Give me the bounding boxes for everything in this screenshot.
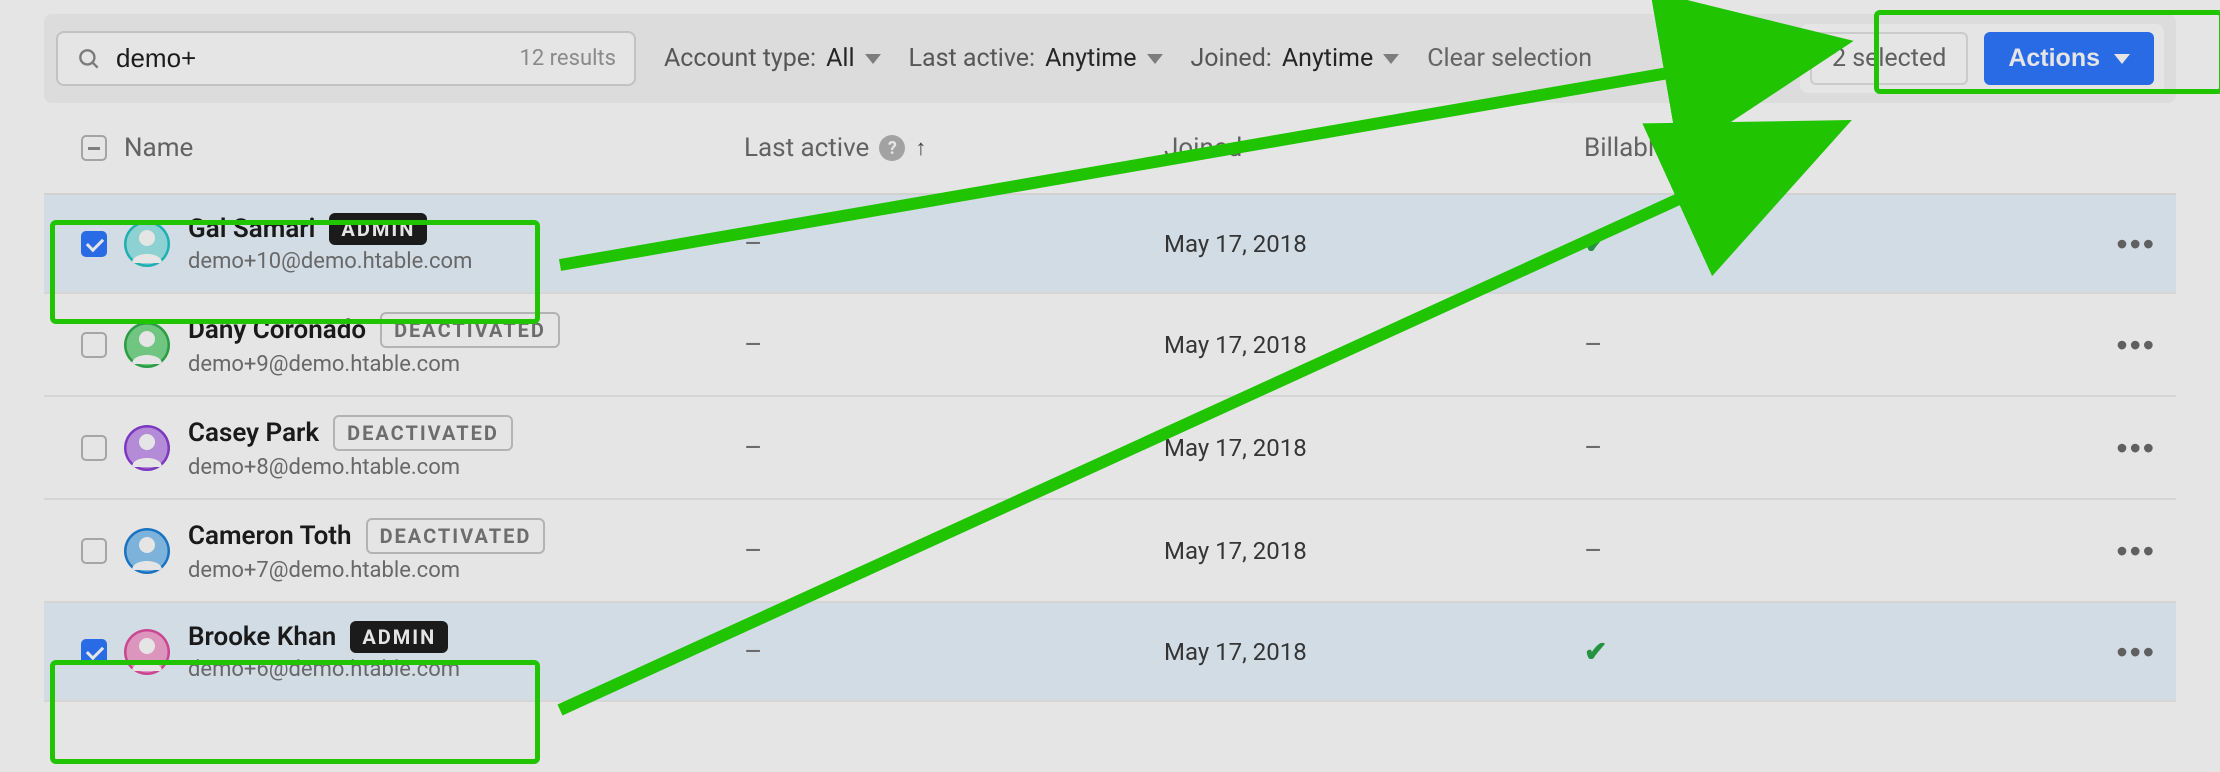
avatar <box>124 322 170 368</box>
user-email: demo+8@demo.htable.com <box>188 455 513 480</box>
filter-value: All <box>826 44 854 73</box>
user-email: demo+6@demo.htable.com <box>188 657 460 682</box>
avatar <box>124 221 170 267</box>
column-header-last-active[interactable]: Last active ? ↑ <box>744 133 1164 163</box>
column-header-name[interactable]: Name <box>124 133 744 163</box>
avatar <box>124 528 170 574</box>
admin-badge: ADMIN <box>329 213 427 245</box>
chevron-down-icon <box>1383 54 1399 64</box>
table-row[interactable]: Casey Park DEACTIVATED demo+8@demo.htabl… <box>44 397 2176 500</box>
last-active-value: – <box>744 635 762 668</box>
deactivated-badge: DEACTIVATED <box>366 518 546 554</box>
toolbar: 12 results Account type: All Last active… <box>44 14 2176 103</box>
check-icon: ✔ <box>1584 227 1607 260</box>
row-more-button[interactable]: ••• <box>2116 329 2156 361</box>
user-email: demo+9@demo.htable.com <box>188 352 560 377</box>
filter-last-active[interactable]: Last active: Anytime <box>909 44 1163 73</box>
help-icon[interactable]: ? <box>879 135 905 161</box>
last-active-value: – <box>744 534 762 567</box>
table-header: Name Last active ? ↑ Joined Billable? ? <box>44 103 2176 195</box>
user-name: Cameron Toth <box>188 521 352 551</box>
row-more-button[interactable]: ••• <box>2116 228 2156 260</box>
joined-value: May 17, 2018 <box>1164 638 1307 666</box>
table-body: Gal Samari ADMIN demo+10@demo.htable.com… <box>44 195 2176 702</box>
user-email: demo+10@demo.htable.com <box>188 249 472 274</box>
deactivated-badge: DEACTIVATED <box>333 415 513 451</box>
billable-value: – <box>1584 534 1602 567</box>
row-checkbox[interactable] <box>81 332 107 358</box>
table-row[interactable]: Cameron Toth DEACTIVATED demo+7@demo.hta… <box>44 500 2176 603</box>
column-header-label: Last active <box>744 133 869 163</box>
row-more-button[interactable]: ••• <box>2116 636 2156 668</box>
chevron-down-icon <box>1147 54 1163 64</box>
joined-value: May 17, 2018 <box>1164 537 1307 565</box>
joined-value: May 17, 2018 <box>1164 331 1307 359</box>
chevron-down-icon <box>2114 54 2130 64</box>
sort-ascending-icon: ↑ <box>915 135 926 161</box>
user-name: Gal Samari <box>188 214 315 244</box>
user-name: Casey Park <box>188 418 319 448</box>
search-box[interactable]: 12 results <box>56 31 636 86</box>
admin-badge: ADMIN <box>350 621 448 653</box>
search-icon <box>76 46 102 72</box>
table-row[interactable]: Dany Coronado DEACTIVATED demo+9@demo.ht… <box>44 294 2176 397</box>
table-row[interactable]: Gal Samari ADMIN demo+10@demo.htable.com… <box>44 195 2176 294</box>
billable-value: – <box>1584 431 1602 464</box>
row-checkbox[interactable] <box>81 231 107 257</box>
search-results-count: 12 results <box>520 46 617 71</box>
billable-value: – <box>1584 328 1602 361</box>
selection-actions: 2 selected Actions <box>1800 24 2164 93</box>
filter-label: Account type: <box>664 44 816 73</box>
search-input[interactable] <box>116 43 520 74</box>
avatar <box>124 629 170 675</box>
filter-account-type[interactable]: Account type: All <box>664 44 881 73</box>
help-icon[interactable]: ? <box>1690 135 1716 161</box>
row-more-button[interactable]: ••• <box>2116 535 2156 567</box>
joined-value: May 17, 2018 <box>1164 230 1307 258</box>
joined-value: May 17, 2018 <box>1164 434 1307 462</box>
table-row[interactable]: Brooke Khan ADMIN demo+6@demo.htable.com… <box>44 603 2176 702</box>
last-active-value: – <box>744 328 762 361</box>
actions-button-label: Actions <box>2008 44 2100 73</box>
select-all-checkbox[interactable] <box>81 135 107 161</box>
filter-label: Last active: <box>909 44 1036 73</box>
column-header-joined[interactable]: Joined <box>1164 133 1584 163</box>
selected-count: 2 selected <box>1810 32 1968 85</box>
actions-button[interactable]: Actions <box>1984 32 2154 85</box>
last-active-value: – <box>744 227 762 260</box>
avatar <box>124 425 170 471</box>
filter-value: Anytime <box>1282 44 1373 73</box>
user-name: Dany Coronado <box>188 315 366 345</box>
row-checkbox[interactable] <box>81 538 107 564</box>
user-name: Brooke Khan <box>188 622 336 652</box>
deactivated-badge: DEACTIVATED <box>380 312 560 348</box>
check-icon: ✔ <box>1584 635 1607 668</box>
last-active-value: – <box>744 431 762 464</box>
user-email: demo+7@demo.htable.com <box>188 558 545 583</box>
filter-joined[interactable]: Joined: Anytime <box>1191 44 1400 73</box>
column-header-billable[interactable]: Billable? ? <box>1584 133 2076 163</box>
chevron-down-icon <box>865 54 881 64</box>
clear-selection-button[interactable]: Clear selection <box>1427 44 1592 73</box>
column-header-label: Billable? <box>1584 133 1680 163</box>
row-more-button[interactable]: ••• <box>2116 432 2156 464</box>
filter-label: Joined: <box>1191 44 1272 73</box>
row-checkbox[interactable] <box>81 639 107 665</box>
filter-value: Anytime <box>1045 44 1136 73</box>
row-checkbox[interactable] <box>81 435 107 461</box>
